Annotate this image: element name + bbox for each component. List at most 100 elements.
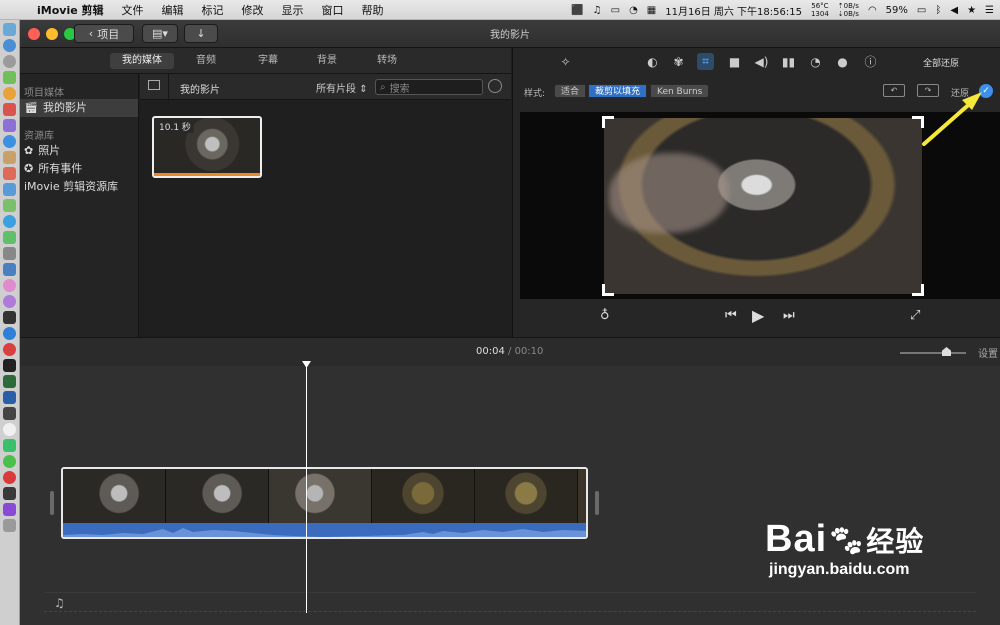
tab-my-media[interactable]: 我的媒体	[110, 53, 174, 69]
bluetooth-icon[interactable]: ᛒ	[935, 5, 941, 16]
clip-filter-select[interactable]: 所有片段 ⇕	[316, 80, 368, 95]
dock-app-icon[interactable]	[3, 343, 16, 356]
equalizer-icon[interactable]: ▮▮	[780, 53, 797, 70]
wifi-icon[interactable]: ◠	[868, 5, 877, 16]
dock-app-icon[interactable]	[3, 471, 16, 484]
dock-app-icon[interactable]	[3, 167, 16, 180]
dock-app-icon[interactable]	[3, 263, 16, 276]
message-icon[interactable]: ▭	[611, 5, 620, 16]
crop-icon[interactable]: ⌗	[697, 53, 714, 70]
dock-app-icon[interactable]	[3, 199, 16, 212]
dock-app-icon[interactable]	[3, 183, 16, 196]
dock-app-icon[interactable]	[3, 359, 16, 372]
speed-gauge-icon[interactable]: ◔	[807, 53, 824, 70]
search-field[interactable]: ⌕ 搜索	[375, 79, 483, 95]
volume-icon[interactable]: ◀︎)	[753, 53, 770, 70]
style-crop-to-fill-button[interactable]: 裁剪以填充	[588, 84, 648, 98]
dock-app-icon[interactable]	[3, 103, 16, 116]
stabilization-camera-icon[interactable]: ■	[726, 53, 743, 70]
skip-back-icon[interactable]: ⏮︎	[725, 308, 737, 323]
menu-window[interactable]: 窗口	[313, 2, 353, 18]
status-app-icon[interactable]: ⬛	[571, 5, 583, 16]
dock-app-icon[interactable]	[3, 247, 16, 260]
rotate-left-icon[interactable]: ↶	[883, 84, 905, 97]
color-balance-icon[interactable]: ◐	[644, 53, 661, 70]
calendar-icon[interactable]: ▦	[647, 5, 656, 16]
battery-percent[interactable]: 59%	[886, 5, 908, 16]
volume-icon[interactable]: ◀	[950, 5, 958, 16]
clip-trim-handle-right[interactable]	[595, 491, 599, 515]
menu-modify[interactable]: 修改	[233, 2, 273, 18]
timeline-clip[interactable]	[61, 467, 588, 539]
dock-app-icon[interactable]	[3, 423, 16, 436]
gear-icon[interactable]	[488, 79, 502, 93]
dock-app-icon[interactable]	[3, 279, 16, 292]
playhead[interactable]	[306, 363, 307, 613]
dock-app-icon[interactable]	[3, 39, 16, 52]
reset-all-button[interactable]: 全部还原	[923, 56, 959, 69]
menu-app-name[interactable]: iMovie 剪辑	[28, 2, 113, 18]
dock-app-icon[interactable]	[3, 487, 16, 500]
audio-waveform[interactable]	[63, 523, 586, 537]
reset-crop-button[interactable]: 还原	[951, 86, 969, 99]
net-monitor[interactable]: ⇡0B/s ⇣0B/s	[838, 2, 859, 18]
dock-app-icon[interactable]	[3, 391, 16, 404]
apply-checkmark-icon[interactable]: ✓	[979, 84, 993, 98]
dock-app-icon[interactable]	[3, 151, 16, 164]
dock-app-icon[interactable]	[3, 407, 16, 420]
control-center-icon[interactable]: ☰	[985, 5, 994, 16]
menu-mark[interactable]: 标记	[193, 2, 233, 18]
tab-backgrounds[interactable]: 背景	[305, 53, 349, 69]
sync-icon[interactable]: ◔	[629, 5, 638, 16]
dock-app-icon[interactable]	[3, 215, 16, 228]
sidebar-item-imovie-library[interactable]: iMovie 剪辑资源库	[20, 178, 138, 196]
dock-app-icon[interactable]	[3, 375, 16, 388]
battery-icon[interactable]: ▭	[917, 5, 926, 16]
rotate-right-icon[interactable]: ↷	[917, 84, 939, 97]
dock-app-icon[interactable]	[3, 231, 16, 244]
dock-app-icon[interactable]	[3, 439, 16, 452]
sidebar-item-all-events[interactable]: ✪ 所有事件	[20, 160, 138, 178]
dock-app-icon[interactable]	[3, 311, 16, 324]
dock-app-icon[interactable]	[3, 327, 16, 340]
tab-audio[interactable]: 音频	[184, 53, 228, 69]
menu-file[interactable]: 文件	[113, 2, 153, 18]
tab-titles[interactable]: 字幕	[246, 53, 290, 69]
cpu-monitor[interactable]: 56°C 1304	[811, 2, 829, 18]
cropped-video-frame[interactable]	[602, 116, 924, 296]
tab-transitions[interactable]: 转场	[365, 53, 409, 69]
menu-view[interactable]: 显示	[273, 2, 313, 18]
crop-handle-top-right[interactable]	[912, 116, 924, 128]
dock-app-icon[interactable]	[3, 135, 16, 148]
dock-app-icon[interactable]	[3, 503, 16, 516]
microphone-icon[interactable]: ♁	[600, 308, 610, 323]
dock-trash-icon[interactable]	[3, 519, 16, 532]
dock-app-icon[interactable]	[3, 71, 16, 84]
video-preview[interactable]	[520, 112, 1000, 299]
dock-app-icon[interactable]	[3, 455, 16, 468]
zoom-slider[interactable]	[900, 347, 966, 356]
menu-help[interactable]: 帮助	[353, 2, 393, 18]
clip-filter-icon[interactable]: ●	[834, 53, 851, 70]
style-ken-burns-button[interactable]: Ken Burns	[650, 84, 710, 98]
star-icon[interactable]: ★	[967, 5, 976, 16]
dock-app-icon[interactable]	[3, 55, 16, 68]
dock-app-icon[interactable]	[3, 119, 16, 132]
skip-forward-icon[interactable]: ⏭︎	[783, 308, 795, 323]
timeline-settings-button[interactable]: 设置	[978, 345, 998, 360]
dock-app-icon[interactable]	[3, 23, 16, 36]
music-icon[interactable]: ♫	[593, 5, 602, 16]
sidebar-item-my-movie[interactable]: 🎬︎ 我的影片	[20, 99, 138, 117]
clock-text[interactable]: 11月16日 周六 下午18:56:15	[665, 3, 802, 18]
play-icon[interactable]: ▶	[752, 306, 764, 325]
style-fit-button[interactable]: 适合	[554, 84, 587, 98]
crop-handle-top-left[interactable]	[602, 116, 614, 128]
crop-handle-bottom-right[interactable]	[912, 284, 924, 296]
menu-edit[interactable]: 编辑	[153, 2, 193, 18]
fullscreen-icon[interactable]: ⤢	[910, 308, 920, 323]
music-track[interactable]: ♫	[44, 592, 976, 612]
clip-trim-handle-left[interactable]	[50, 491, 54, 515]
color-palette-icon[interactable]: ✾	[670, 53, 687, 70]
magic-wand-icon[interactable]: ✧	[557, 53, 574, 70]
sidebar-item-photos[interactable]: ✿ 照片	[20, 142, 138, 160]
